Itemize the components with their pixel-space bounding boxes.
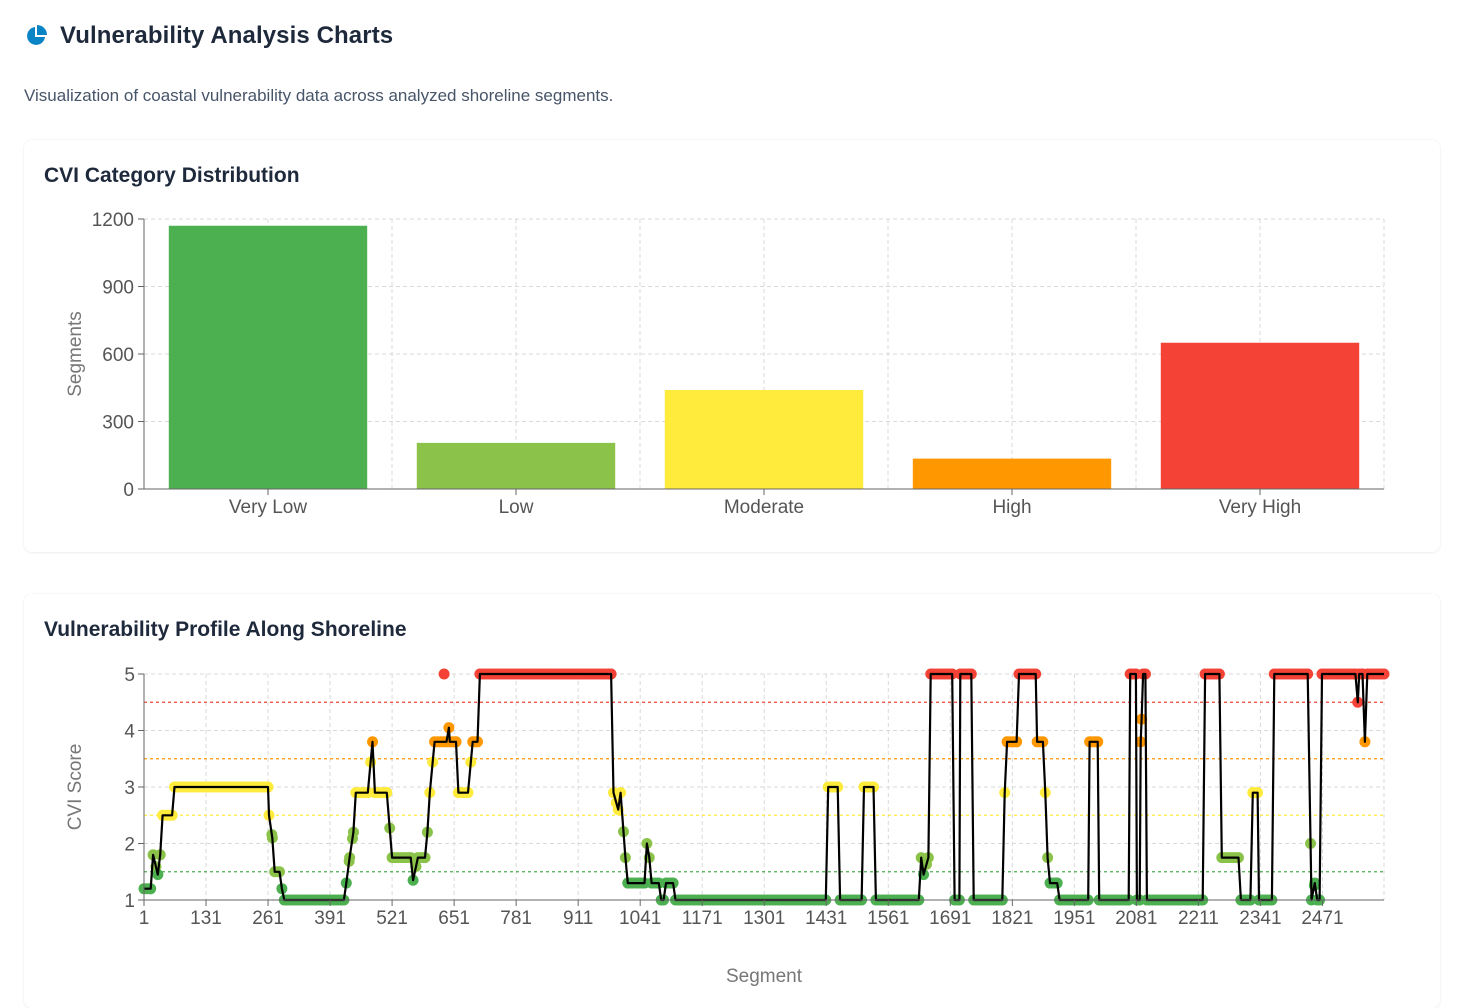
y-tick-label: 3 — [124, 778, 135, 799]
x-tick-label: 1041 — [619, 908, 661, 929]
y-tick-label: 5 — [124, 665, 135, 686]
x-tick-label: 261 — [252, 908, 284, 929]
x-tick-label: Very High — [1219, 497, 1301, 518]
x-tick-label: 391 — [314, 908, 346, 929]
x-tick-label: 651 — [438, 908, 470, 929]
y-tick-label: 2 — [124, 835, 135, 856]
x-tick-label: Very Low — [229, 497, 307, 518]
page-title: Vulnerability Analysis Charts — [60, 22, 394, 49]
profile-chart: 1 2 3 4 5 1 131 261 391 521 651 781 911 1041 1171 1301 1… — [65, 665, 1390, 987]
y-tick-label: 0 — [123, 480, 134, 501]
bar-very-high — [1160, 342, 1360, 489]
x-tick-label: 1171 — [682, 908, 723, 929]
bar-low — [416, 442, 616, 489]
bar-very-low — [168, 225, 368, 489]
x-tick-label: 1431 — [805, 908, 847, 929]
pie-chart-icon — [27, 25, 47, 45]
x-tick-label: 1821 — [991, 908, 1033, 929]
bar-moderate — [664, 390, 864, 489]
bar-chart: 0 300 600 900 1200 Very Low Low Moderate High Ver… — [65, 210, 1385, 518]
y-tick-label: 900 — [102, 278, 134, 299]
x-tick-label: 911 — [563, 908, 593, 929]
y-tick-label: 300 — [102, 413, 134, 434]
page-header: Vulnerability Analysis Charts — [24, 22, 393, 50]
x-tick-label: Low — [499, 497, 534, 518]
y-tick-label: 1200 — [92, 210, 134, 231]
x-tick-label: 781 — [500, 908, 532, 929]
x-tick-label: Moderate — [724, 497, 804, 518]
y-axis-label: CVI Score — [65, 744, 86, 831]
bar-chart-card: CVI Category Distribution 0 300 600 900 1200… — [24, 140, 1440, 552]
page-description: Visualization of coastal vulnerability d… — [24, 86, 614, 105]
x-tick-label: 1691 — [929, 908, 971, 929]
x-tick-label: 521 — [376, 908, 408, 929]
x-tick-label: 2211 — [1178, 908, 1219, 929]
x-tick-label: 131 — [190, 908, 222, 929]
data-point — [438, 668, 450, 680]
x-tick-label: High — [992, 497, 1031, 518]
y-tick-label: 4 — [124, 722, 135, 743]
x-tick-label: 2341 — [1239, 908, 1281, 929]
y-tick-label: 600 — [102, 345, 134, 366]
x-tick-label: 1561 — [867, 908, 909, 929]
x-tick-label: 1301 — [743, 908, 785, 929]
x-tick-label: 2471 — [1301, 908, 1343, 929]
y-axis-label: Segments — [65, 311, 86, 397]
x-tick-label: 1951 — [1053, 908, 1095, 929]
bar-high — [912, 458, 1112, 489]
y-tick-label: 1 — [124, 891, 135, 912]
x-axis-label: Segment — [726, 966, 803, 987]
x-tick-label: 2081 — [1115, 908, 1157, 929]
pie-icon-slice — [37, 25, 47, 35]
profile-chart-card: Vulnerability Profile Along Shoreline 12… — [24, 594, 1440, 1008]
x-tick-label: 1 — [139, 908, 150, 929]
